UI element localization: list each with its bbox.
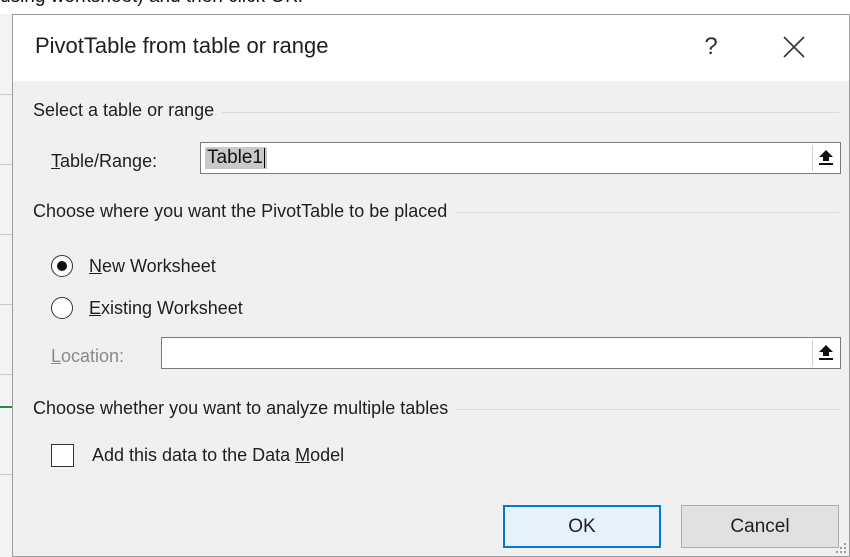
ok-button[interactable]: OK bbox=[503, 505, 661, 548]
data-model-label: Add this data to the Data Model bbox=[92, 445, 344, 466]
new-worksheet-radio[interactable] bbox=[51, 255, 73, 277]
background-caption: using worksheet) and then click OK. bbox=[0, 0, 303, 8]
grid-line-marker bbox=[0, 406, 12, 408]
collapse-dialog-icon bbox=[818, 345, 833, 360]
grid-line bbox=[0, 374, 12, 375]
existing-worksheet-radio[interactable] bbox=[51, 297, 73, 319]
screenshot-stage: using worksheet) and then click OK. Pivo… bbox=[0, 0, 850, 557]
data-model-option[interactable]: Add this data to the Data Model bbox=[51, 441, 344, 469]
table-range-label: Table/Range: bbox=[51, 151, 158, 171]
access-key-letter: M bbox=[295, 444, 311, 465]
dialog-titlebar[interactable]: PivotTable from table or range ? bbox=[13, 15, 849, 81]
new-worksheet-option[interactable]: New Worksheet bbox=[51, 252, 216, 280]
pivottable-dialog: PivotTable from table or range ? Select … bbox=[12, 14, 850, 557]
location-label-text: ocation: bbox=[61, 346, 125, 366]
close-icon bbox=[783, 36, 805, 58]
cancel-button[interactable]: Cancel bbox=[681, 505, 839, 548]
location-input[interactable] bbox=[161, 337, 841, 369]
data-model-label-text: Add this data to the Data bbox=[92, 444, 296, 465]
existing-worksheet-label-text: xisting Worksheet bbox=[101, 297, 243, 318]
text-caret bbox=[264, 147, 265, 168]
table-range-collapse-button[interactable] bbox=[812, 145, 838, 171]
location-label: Location: bbox=[51, 346, 125, 366]
grid-line bbox=[0, 474, 12, 475]
resize-grip-icon[interactable] bbox=[835, 542, 847, 554]
collapse-dialog-icon bbox=[818, 150, 833, 165]
help-button[interactable]: ? bbox=[693, 29, 729, 65]
placement-group-label: Choose where you want the PivotTable to … bbox=[33, 201, 456, 222]
table-range-value-wrap: Table1 bbox=[205, 147, 267, 169]
table-range-value: Table1 bbox=[207, 147, 263, 168]
select-range-group-label: Select a table or range bbox=[33, 100, 223, 121]
table-range-input[interactable]: Table1 bbox=[200, 142, 841, 174]
data-model-label-rest: odel bbox=[310, 444, 345, 465]
grid-line bbox=[0, 234, 12, 235]
existing-worksheet-option[interactable]: Existing Worksheet bbox=[51, 294, 243, 322]
multiple-tables-group-label: Choose whether you want to analyze multi… bbox=[33, 398, 457, 419]
close-button[interactable] bbox=[773, 29, 813, 65]
table-range-label-text: able/Range: bbox=[60, 151, 158, 171]
grid-line bbox=[0, 304, 12, 305]
grid-line bbox=[0, 94, 12, 95]
new-worksheet-label: New Worksheet bbox=[89, 255, 216, 276]
dialog-title: PivotTable from table or range bbox=[35, 33, 329, 58]
location-collapse-button[interactable] bbox=[812, 340, 838, 366]
grid-line bbox=[0, 164, 12, 165]
new-worksheet-label-text: ew Worksheet bbox=[102, 255, 216, 276]
data-model-checkbox[interactable] bbox=[51, 443, 74, 467]
existing-worksheet-label: Existing Worksheet bbox=[89, 297, 243, 318]
